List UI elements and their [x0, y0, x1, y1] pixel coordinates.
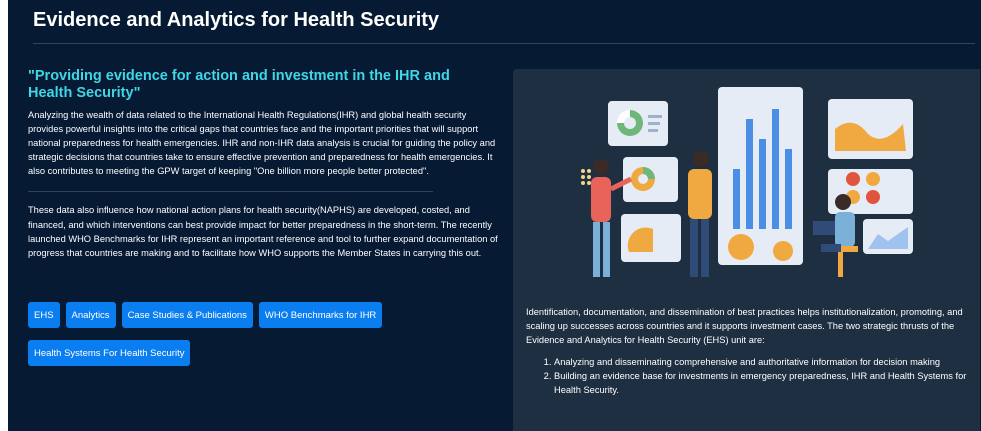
ehs-button[interactable]: EHS — [28, 302, 60, 328]
case-studies-button[interactable]: Case Studies & Publications — [121, 302, 253, 328]
info-panel: Identification, documentation, and disse… — [513, 69, 980, 431]
list-item: Analyzing and disseminating comprehensiv… — [554, 355, 974, 369]
header-divider — [33, 43, 975, 44]
naphs-paragraph: These data also influence how national a… — [28, 205, 498, 258]
ehs-description: Identification, documentation, and disse… — [526, 305, 974, 397]
page-title: Evidence and Analytics for Health Securi… — [33, 9, 440, 31]
section-divider — [28, 191, 433, 193]
list-item: Building an evidence base for investment… — [554, 369, 974, 397]
analytics-button[interactable]: Analytics — [65, 302, 116, 328]
benchmarks-button[interactable]: WHO Benchmarks for IHR — [258, 302, 383, 328]
intro-section: "Providing evidence for action and inves… — [28, 68, 498, 260]
intro-paragraph: Analyzing the wealth of data related to … — [28, 110, 496, 177]
page-frame: Evidence and Analytics for Health Securi… — [8, 0, 981, 431]
health-systems-button[interactable]: Health Systems For Health Security — [28, 340, 191, 366]
analytics-illustration — [581, 87, 913, 277]
topic-buttons-row2: Health Systems For Health Security — [28, 340, 191, 366]
tagline-quote: "Providing evidence for action and inves… — [28, 68, 450, 101]
topic-buttons: EHS Analytics Case Studies & Publication… — [28, 302, 383, 328]
strategic-thrusts-list: Analyzing and disseminating comprehensiv… — [526, 355, 974, 397]
panel-intro: Identification, documentation, and disse… — [526, 307, 963, 346]
